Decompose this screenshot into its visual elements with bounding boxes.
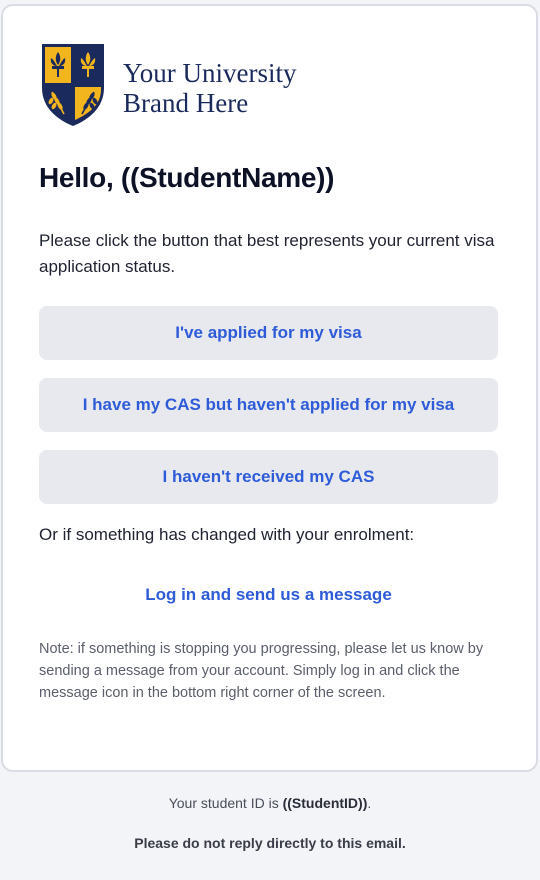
applied-visa-button[interactable]: I've applied for my visa xyxy=(39,306,498,360)
login-message-link[interactable]: Log in and send us a message xyxy=(39,585,498,605)
brand-name: Your University Brand Here xyxy=(123,58,297,118)
brand-line-2: Brand Here xyxy=(123,88,249,118)
note-text: Note: if something is stopping you progr… xyxy=(39,641,484,701)
enrolment-change-text: Or if something has changed with your en… xyxy=(39,525,415,544)
brand-line-1: Your University xyxy=(123,58,297,88)
student-id-suffix: . xyxy=(367,795,372,811)
student-id-text: Your student ID is ((StudentID)). xyxy=(0,795,540,811)
student-id-value: ((StudentID)) xyxy=(282,795,368,811)
no-reply-notice: Please do not reply directly to this ema… xyxy=(134,835,406,851)
greeting-heading: Hello, ((StudentName)) xyxy=(39,162,335,193)
intro-text: Please click the button that best repres… xyxy=(39,231,495,276)
student-id-prefix: Your student ID is xyxy=(168,795,283,811)
have-cas-not-applied-button[interactable]: I have my CAS but haven't applied for my… xyxy=(39,378,498,432)
no-cas-received-button[interactable]: I haven't received my CAS xyxy=(39,450,498,504)
university-crest-logo xyxy=(42,44,104,126)
